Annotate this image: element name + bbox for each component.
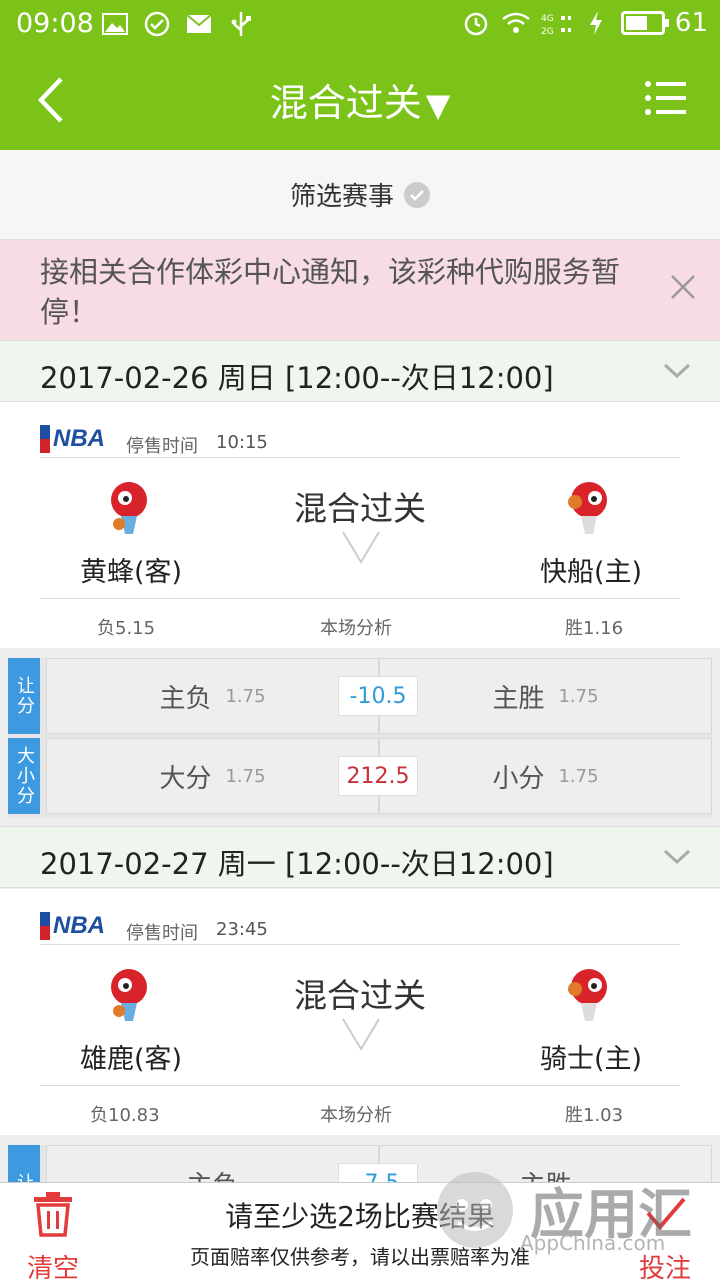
home-odd[interactable]: 胜1.16 <box>565 614 623 640</box>
chevron-down-icon <box>663 363 691 379</box>
total-over-option[interactable]: 大分 1.75 <box>46 738 379 814</box>
svg-text:2G: 2G <box>541 27 554 36</box>
spread-label: 让 <box>8 1145 40 1185</box>
status-time: 09:08 <box>16 8 94 39</box>
spread-away-option[interactable]: 主负 1.75 <box>46 658 379 734</box>
nba-logo: NBA <box>40 424 106 454</box>
filter-label: 筛选赛事 <box>289 182 394 212</box>
usb-icon <box>226 10 256 38</box>
bet-button[interactable]: 投注 <box>628 1191 702 1280</box>
bottom-bar: 清空 请至少选2场比赛结果 页面赔率仅供参考，请以出票赔率为准 投注 <box>0 1182 720 1280</box>
charging-icon <box>581 9 611 37</box>
total-row: 大小分 大分 1.75 小分 1.75 212.5 <box>8 738 712 816</box>
menu-icon <box>645 81 686 115</box>
bet-grid: 让分 主负 1.75 主胜 1.75 -10.5 大小分 大分 1.75 小分 1.75… <box>8 658 712 818</box>
mail-icon <box>184 10 214 38</box>
match-card: NBA 停售时间 23:45 雄鹿(客) 骑士(主) 混合过关 负10.83 本… <box>0 889 720 1135</box>
battery-level: 61 <box>674 8 708 38</box>
wifi-icon <box>501 9 531 37</box>
svg-text:4G: 4G <box>541 14 554 24</box>
away-team-name: 雄鹿(客) <box>80 1044 183 1075</box>
close-notice-button[interactable] <box>668 272 698 302</box>
notice-banner: 接相关合作体彩中心通知，该彩种代购服务暂停！ <box>0 240 720 340</box>
clear-button[interactable]: 清空 <box>18 1191 88 1280</box>
image-icon <box>100 10 130 38</box>
stop-sale-time: 10:15 <box>216 432 268 453</box>
check-icon <box>404 181 430 208</box>
date-header[interactable]: 2017-02-27 周一 [12:00--次日12:00] <box>0 826 720 888</box>
chevron-down-icon <box>663 849 691 865</box>
total-label: 大小分 <box>8 738 40 814</box>
away-odd[interactable]: 负5.15 <box>97 614 155 640</box>
bet-icon <box>646 1197 686 1231</box>
match-analysis-link[interactable]: 本场分析 <box>320 614 392 640</box>
close-icon <box>671 275 695 299</box>
bottom-message: 请至少选2场比赛结果 页面赔率仅供参考，请以出票赔率为准 <box>140 1195 580 1270</box>
match-mode: 混合过关 <box>294 976 426 1015</box>
clear-label: 清空 <box>26 1254 79 1280</box>
match-analysis-link[interactable]: 本场分析 <box>320 1101 392 1127</box>
total-value: 212.5 <box>338 756 418 796</box>
spread-home-option[interactable]: 主胜 1.75 <box>379 658 712 734</box>
nba-logo: NBA <box>40 911 106 941</box>
check-circle-icon <box>142 10 172 38</box>
bet-label: 投注 <box>638 1254 691 1280</box>
filter-matches-button[interactable]: 筛选赛事 <box>0 150 720 240</box>
match-card: NBA 停售时间 10:15 黄蜂(客) 快船(主) 混合过关 负5.15 本场… <box>0 402 720 648</box>
spread-row: 让 主负 主胜 -7.5 <box>8 1145 712 1185</box>
date-label: 2017-02-27 周一 [12:00--次日12:00] <box>40 847 554 881</box>
notice-text: 接相关合作体彩中心通知，该彩种代购服务暂停！ <box>40 255 621 329</box>
away-team-name: 黄蜂(客) <box>80 557 183 588</box>
home-team-name: 骑士(主) <box>540 1044 643 1075</box>
spread-label: 让分 <box>8 658 40 734</box>
trash-icon <box>34 1192 72 1237</box>
stop-sale-label: 停售时间 <box>126 436 198 457</box>
stop-sale-label: 停售时间 <box>126 923 198 944</box>
signal-icon: 4G 2G <box>541 9 571 37</box>
chevron-down-icon[interactable] <box>340 1013 382 1055</box>
status-bar: 09:08 4G 2G 61 <box>0 0 720 50</box>
date-label: 2017-02-26 周日 [12:00--次日12:00] <box>40 361 554 395</box>
spread-value: -10.5 <box>338 676 418 716</box>
home-team-name: 快船(主) <box>540 557 643 588</box>
battery-icon <box>620 11 669 35</box>
page-title[interactable]: 混合过关 ▼ <box>0 72 720 127</box>
spread-home-option[interactable]: 主胜 <box>379 1145 712 1185</box>
message-main: 请至少选2场比赛结果 <box>225 1200 495 1233</box>
match-mode: 混合过关 <box>294 489 426 528</box>
spread-row: 让分 主负 1.75 主胜 1.75 -10.5 <box>8 658 712 736</box>
app-bar: 混合过关 ▼ <box>0 50 720 150</box>
date-header[interactable]: 2017-02-26 周日 [12:00--次日12:00] <box>0 340 720 402</box>
away-odd[interactable]: 负10.83 <box>90 1101 160 1127</box>
alarm-icon <box>461 9 491 37</box>
home-odd[interactable]: 胜1.03 <box>565 1101 623 1127</box>
chevron-down-icon[interactable] <box>340 526 382 568</box>
bet-grid: 让 主负 主胜 -7.5 <box>8 1145 712 1185</box>
menu-button[interactable] <box>644 78 694 122</box>
stop-sale-time: 23:45 <box>216 919 268 940</box>
message-sub: 页面赔率仅供参考，请以出票赔率为准 <box>190 1245 530 1269</box>
total-under-option[interactable]: 小分 1.75 <box>379 738 712 814</box>
dropdown-arrow-icon: ▼ <box>425 86 451 124</box>
spread-away-option[interactable]: 主负 <box>46 1145 379 1185</box>
